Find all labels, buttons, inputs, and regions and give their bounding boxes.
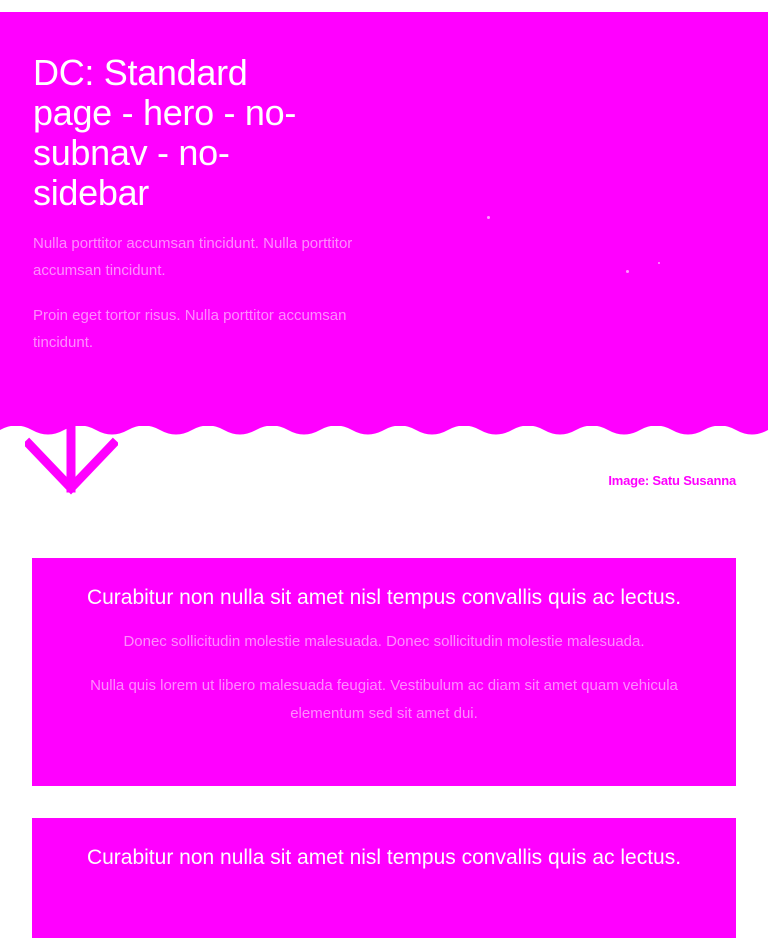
card-paragraph: Nulla quis lorem ut libero malesuada feu…	[90, 677, 678, 722]
content-card: Curabitur non nulla sit amet nisl tempus…	[32, 558, 736, 786]
card-title: Curabitur non nulla sit amet nisl tempus…	[86, 846, 682, 869]
arrow-down-icon[interactable]	[25, 424, 118, 496]
hero-paragraph: Proin eget tortor risus. Nulla porttitor…	[33, 307, 347, 351]
card-title: Curabitur non nulla sit amet nisl tempus…	[86, 586, 682, 609]
image-credit: Image: Satu Susanna	[608, 473, 736, 488]
page-title: DC: Standard page - hero - no-subnav - n…	[33, 52, 297, 213]
hero-paragraph: Nulla porttitor accumsan tincidunt. Null…	[33, 235, 353, 279]
content-card: Curabitur non nulla sit amet nisl tempus…	[32, 818, 736, 938]
hero-image-detail	[626, 270, 629, 273]
hero-image-detail	[658, 262, 660, 264]
hero-banner: DC: Standard page - hero - no-subnav - n…	[0, 12, 768, 426]
card-paragraph: Donec sollicitudin molestie malesuada. D…	[123, 633, 645, 650]
hero-image-detail	[487, 216, 490, 219]
